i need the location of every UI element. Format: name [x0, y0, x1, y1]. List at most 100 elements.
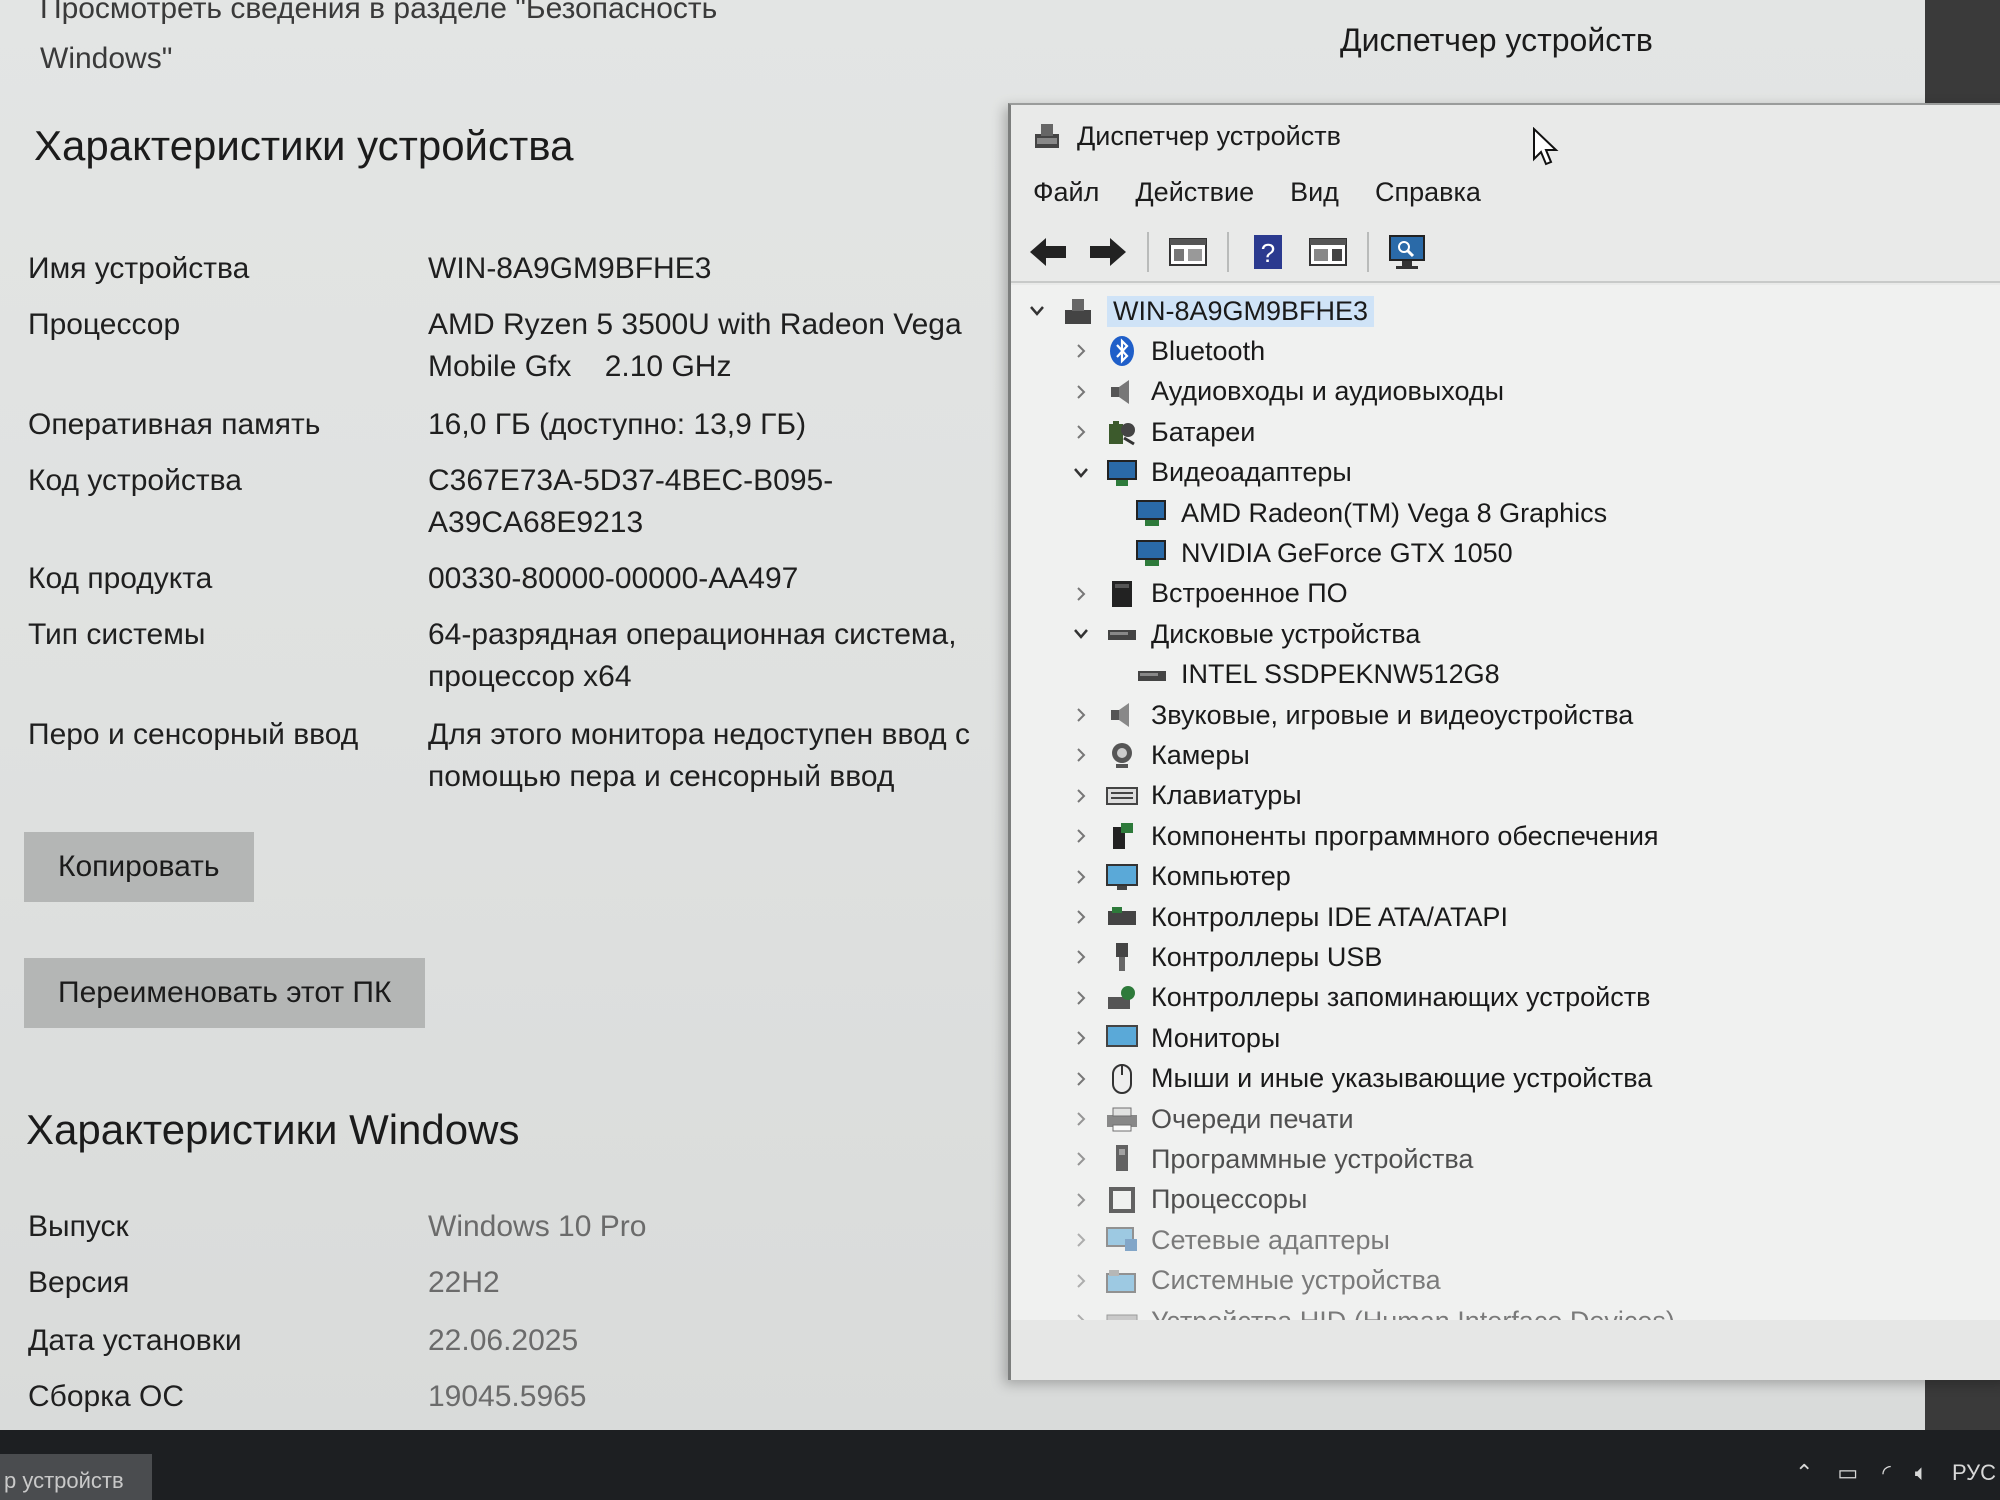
svg-text:?: ? [1261, 238, 1275, 268]
tree-category[interactable]: Устройства HID (Human Interface Devices) [1069, 1301, 1675, 1320]
storage-controller-icon [1105, 981, 1139, 1015]
tree-category[interactable]: Компоненты программного обеспечения [1069, 816, 1659, 856]
chevron-right-icon[interactable] [1069, 1269, 1093, 1293]
child-display-icon [1135, 536, 1169, 570]
windows-specs-title: Характеристики Windows [26, 1106, 520, 1153]
display-adapter-icon [1105, 456, 1139, 490]
chevron-right-icon[interactable] [1069, 905, 1093, 929]
tree-category[interactable]: Мыши и иные указывающие устройства [1069, 1059, 1652, 1099]
keyboard-icon [1105, 779, 1139, 813]
computer-root-icon [1061, 294, 1095, 328]
device-manager-titlebar[interactable]: Диспетчер устройств [1011, 105, 2000, 167]
chevron-right-icon[interactable] [1069, 1147, 1093, 1171]
printer-icon [1105, 1102, 1139, 1136]
help-button[interactable]: ? [1243, 229, 1293, 275]
chevron-right-icon[interactable] [1069, 784, 1093, 808]
device-manager-icon [1035, 124, 1059, 148]
tree-category[interactable]: Видеоадаптеры [1069, 453, 1352, 493]
tree-root[interactable]: WIN-8A9GM9BFHE3 [1025, 291, 1375, 331]
tree-category[interactable]: Встроенное ПО [1069, 574, 1348, 614]
chevron-down-icon[interactable] [1069, 461, 1093, 485]
chevron-right-icon[interactable] [1069, 1026, 1093, 1050]
copy-button[interactable]: Копировать [24, 832, 254, 902]
spec-label: Перо и сенсорный ввод [28, 718, 359, 751]
tree-category[interactable]: Компьютер [1069, 857, 1291, 897]
spec-value: 64-разрядная операционная система, проце… [428, 618, 957, 693]
processor-icon [1105, 1183, 1139, 1217]
chevron-right-icon[interactable] [1069, 743, 1093, 767]
chevron-right-icon[interactable] [1069, 1107, 1093, 1131]
tree-category[interactable]: Системные устройства [1069, 1261, 1441, 1301]
chevron-up-icon[interactable]: ⌃ [1795, 1460, 1813, 1486]
system-device-icon [1105, 1264, 1139, 1298]
chevron-down-icon[interactable] [1025, 299, 1049, 323]
language-indicator[interactable]: РУС [1952, 1460, 1996, 1486]
network-adapter-icon [1105, 1223, 1139, 1257]
tree-root-label: WIN-8A9GM9BFHE3 [1107, 295, 1375, 327]
security-link[interactable]: Просмотреть сведения в разделе "Безопасн… [40, 0, 800, 84]
properties-button[interactable] [1163, 229, 1213, 275]
chevron-right-icon[interactable] [1069, 1188, 1093, 1212]
tree-category[interactable]: Контроллеры запоминающих устройств [1069, 978, 1650, 1018]
tree-category[interactable]: Процессоры [1069, 1180, 1307, 1220]
wifi-icon[interactable]: ◜ [1882, 1460, 1891, 1486]
tree-category-label: Видеоадаптеры [1151, 457, 1352, 488]
forward-button[interactable] [1083, 229, 1133, 275]
chevron-right-icon[interactable] [1069, 986, 1093, 1010]
view-toggle-button[interactable] [1303, 229, 1353, 275]
chevron-right-icon[interactable] [1069, 945, 1093, 969]
tree-category[interactable]: Программные устройства [1069, 1139, 1473, 1179]
tree-category[interactable]: Аудиовходы и аудиовыходы [1069, 372, 1504, 412]
scan-hardware-icon [1389, 235, 1425, 269]
speaker-icon [1105, 375, 1139, 409]
menu-file[interactable]: Файл [1033, 177, 1099, 208]
network-icon[interactable]: ▭ [1837, 1460, 1858, 1486]
tree-category[interactable]: Дисковые устройства [1069, 614, 1420, 654]
rename-pc-button[interactable]: Переименовать этот ПК [24, 958, 426, 1028]
tree-category[interactable]: Звуковые, игровые и видеоустройства [1069, 695, 1633, 735]
taskbar-item-device-manager[interactable]: р устройств [0, 1454, 152, 1500]
device-specs-title: Характеристики устройства [34, 122, 574, 169]
tree-category[interactable]: Bluetooth [1069, 331, 1265, 371]
menu-help[interactable]: Справка [1375, 177, 1481, 208]
spec-value: Для этого монитора недоступен ввод с пом… [428, 718, 970, 793]
mouse-icon [1105, 1062, 1139, 1096]
back-button[interactable] [1023, 229, 1073, 275]
spec-value: 22.06.2025 [428, 1324, 579, 1357]
spec-value: 22H2 [428, 1266, 500, 1299]
tree-device[interactable]: AMD Radeon(TM) Vega 8 Graphics [1135, 493, 1607, 533]
scan-hardware-button[interactable] [1383, 229, 1433, 275]
chevron-down-icon[interactable] [1069, 622, 1093, 646]
chevron-right-icon[interactable] [1069, 380, 1093, 404]
tree-category-label: Компоненты программного обеспечения [1151, 820, 1659, 851]
volume-icon[interactable]: 🔈︎ [1915, 1460, 1928, 1486]
child-display-icon [1135, 496, 1169, 530]
chevron-right-icon[interactable] [1069, 1228, 1093, 1252]
tree-category[interactable]: Клавиатуры [1069, 776, 1302, 816]
monitor-icon [1105, 1021, 1139, 1055]
tree-category[interactable]: Камеры [1069, 735, 1250, 775]
device-manager-title: Диспетчер устройств [1077, 120, 1341, 151]
settings-caption: Диспетчер устройств [1340, 22, 1653, 58]
tree-category[interactable]: Сетевые адаптеры [1069, 1220, 1390, 1260]
chevron-right-icon[interactable] [1069, 1067, 1093, 1091]
tree-category[interactable]: Очереди печати [1069, 1099, 1354, 1139]
ide-controller-icon [1105, 900, 1139, 934]
menu-action[interactable]: Действие [1135, 177, 1254, 208]
chevron-right-icon[interactable] [1069, 582, 1093, 606]
tree-category[interactable]: Батареи [1069, 412, 1255, 452]
chevron-right-icon[interactable] [1069, 824, 1093, 848]
device-tree: WIN-8A9GM9BFHE3 Bluetooth Аудиовходы и ау… [1011, 285, 2000, 1320]
chevron-right-icon[interactable] [1069, 703, 1093, 727]
tree-category[interactable]: Контроллеры USB [1069, 937, 1382, 977]
tree-category-label: Контроллеры запоминающих устройств [1151, 982, 1651, 1013]
chevron-right-icon[interactable] [1069, 339, 1093, 363]
tree-device[interactable]: NVIDIA GeForce GTX 1050 [1135, 533, 1513, 573]
chevron-right-icon[interactable] [1069, 865, 1093, 889]
tree-category[interactable]: Мониторы [1069, 1018, 1280, 1058]
tree-category[interactable]: Контроллеры IDE ATA/ATAPI [1069, 897, 1508, 937]
tree-device[interactable]: INTEL SSDPEKNW512G8 [1135, 655, 1500, 695]
chevron-right-icon[interactable] [1069, 420, 1093, 444]
menu-view[interactable]: Вид [1290, 177, 1339, 208]
chevron-right-icon[interactable] [1069, 1309, 1093, 1320]
